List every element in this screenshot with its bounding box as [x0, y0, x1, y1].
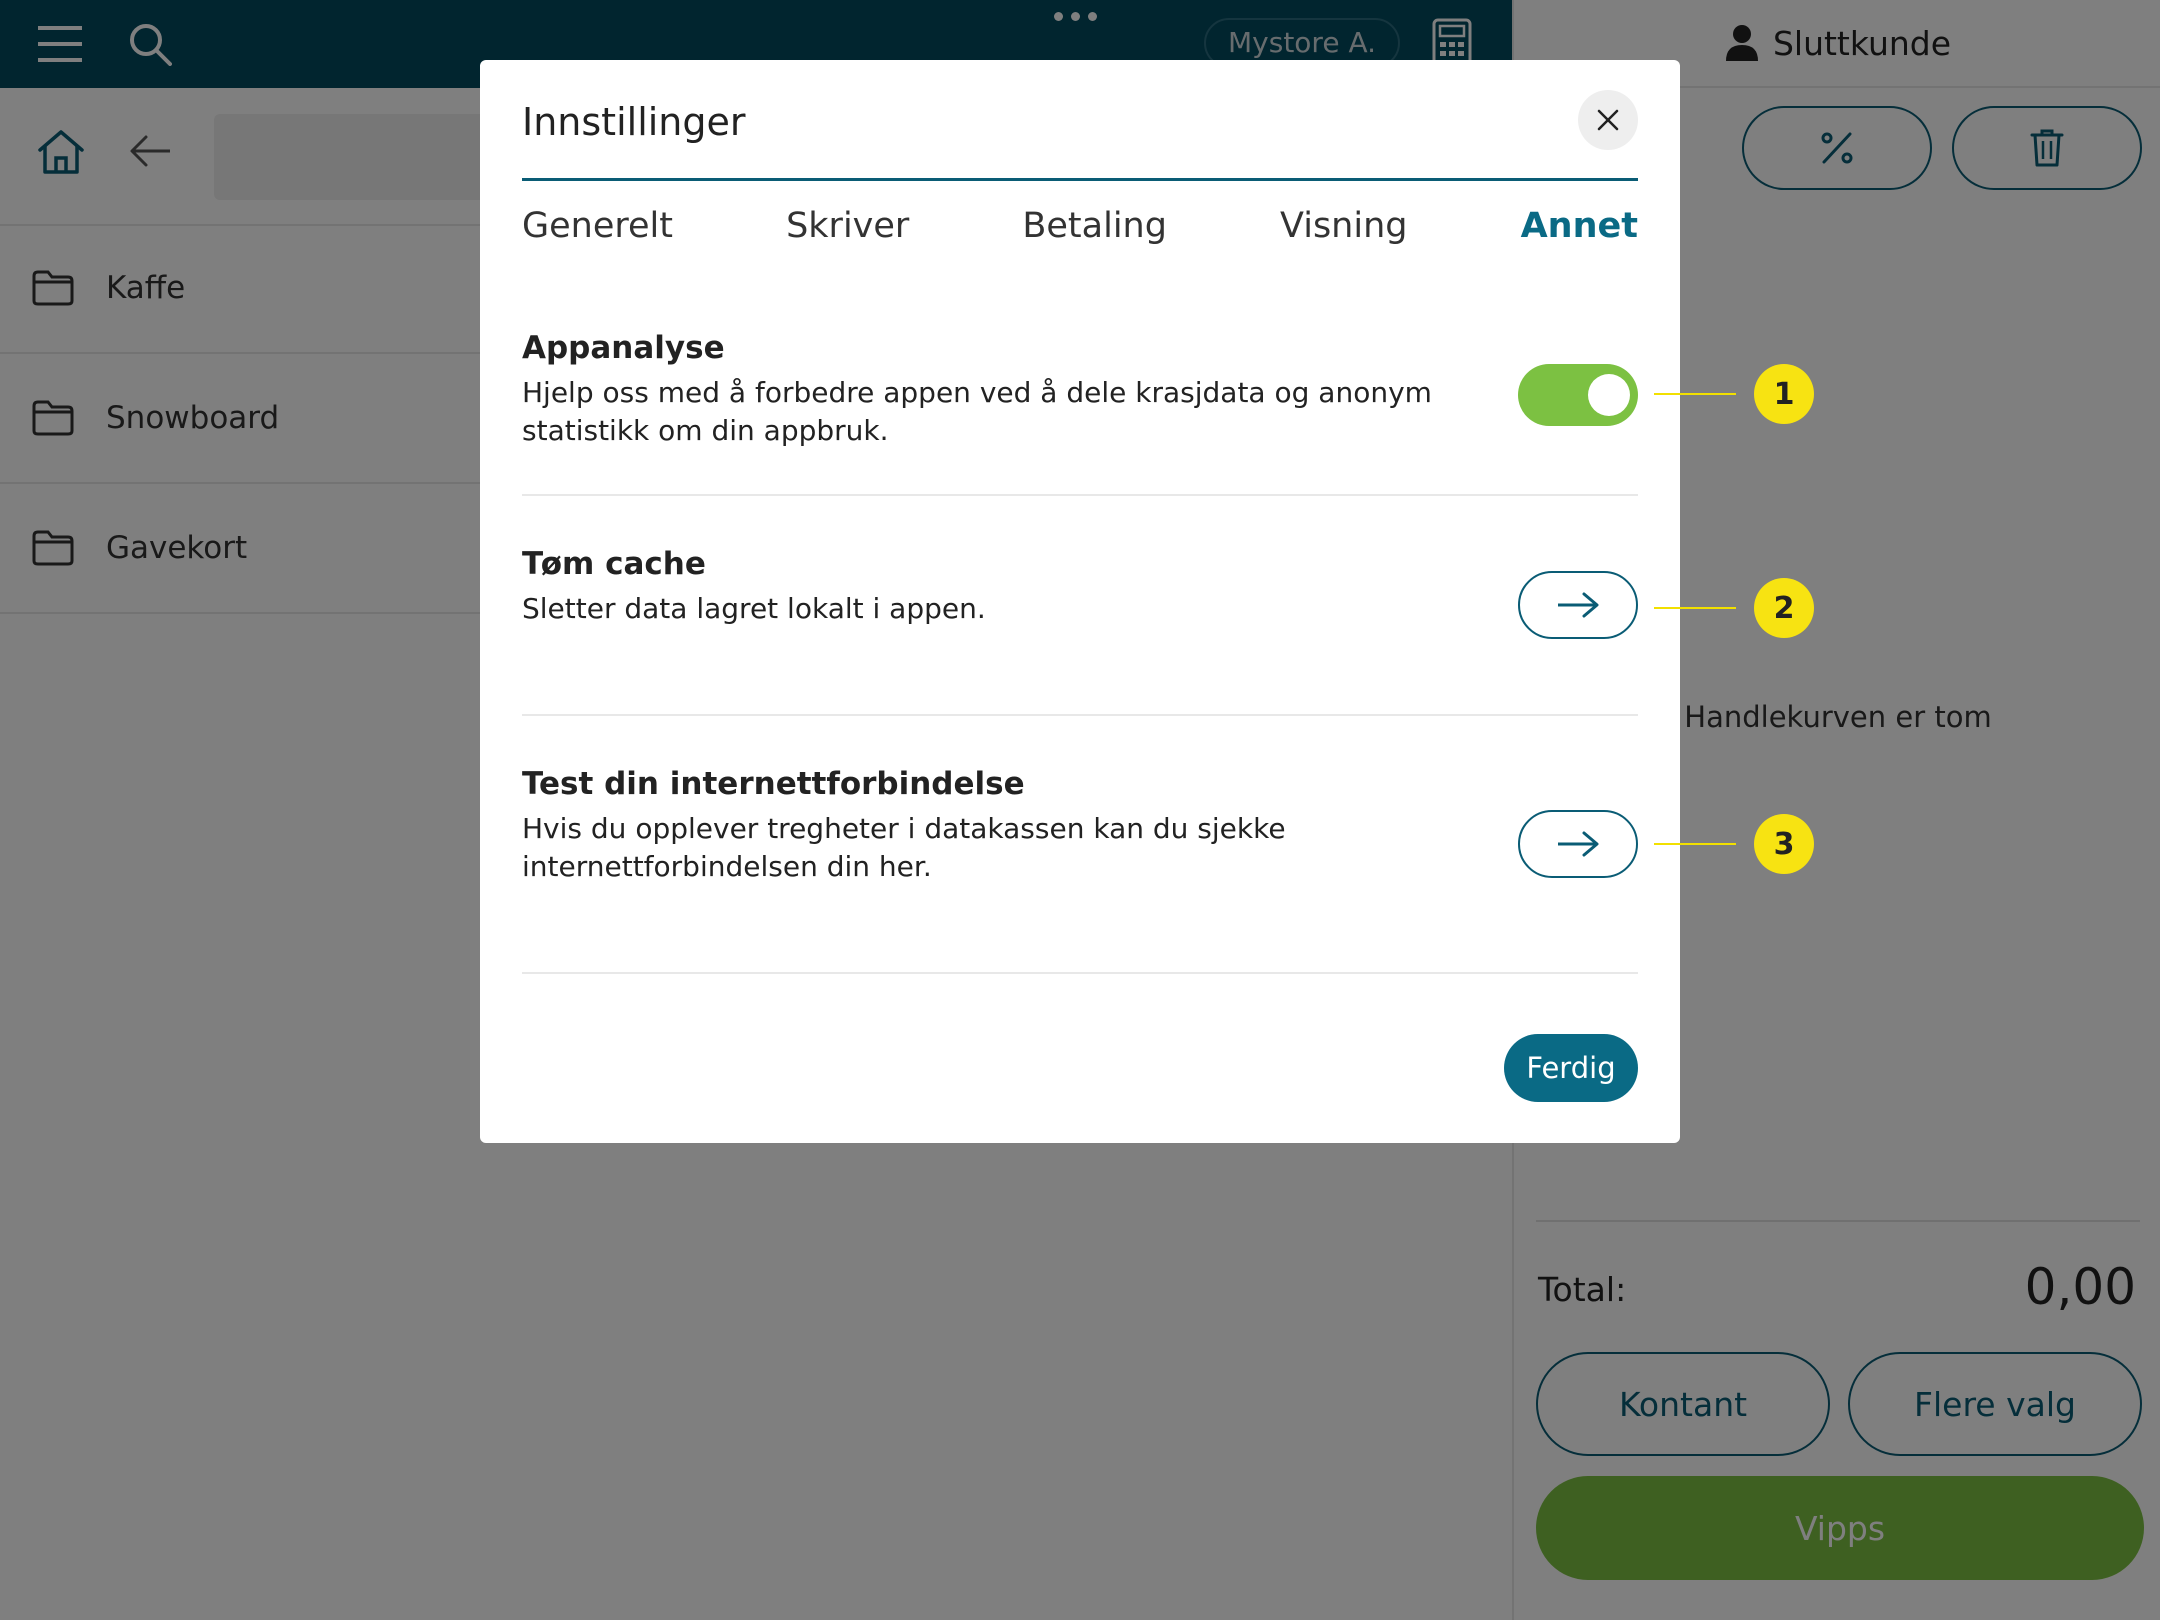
test-internet-button[interactable]	[1518, 810, 1638, 878]
done-button[interactable]: Ferdig	[1504, 1034, 1638, 1102]
arrow-right-icon	[1558, 592, 1599, 618]
callout-line	[1654, 843, 1736, 845]
setting-description: Hjelp oss med å forbedre appen ved å del…	[522, 376, 1432, 447]
dialog-title: Innstillinger	[522, 100, 746, 144]
callout-badge-3: 3	[1754, 814, 1814, 874]
close-button[interactable]	[1578, 90, 1638, 150]
tab-betaling[interactable]: Betaling	[1022, 206, 1167, 246]
arrow-right-icon	[1558, 831, 1599, 857]
close-icon	[1597, 109, 1619, 131]
setting-title: Appanalyse	[522, 330, 725, 366]
setting-test-internet: Test din internettforbindelse Hvis du op…	[522, 766, 1638, 886]
settings-tabs: Generelt Skriver Betaling Visning Annet	[522, 206, 1638, 246]
divider	[522, 494, 1638, 496]
dialog-header-rule	[522, 178, 1638, 181]
app-analytics-toggle[interactable]	[1518, 364, 1638, 426]
setting-clear-cache: Tøm cache Sletter data lagret lokalt i a…	[522, 546, 1638, 628]
callout-line	[1654, 607, 1736, 609]
divider	[522, 972, 1638, 974]
setting-title: Test din internettforbindelse	[522, 766, 1025, 802]
tab-generelt[interactable]: Generelt	[522, 206, 673, 246]
setting-description: Sletter data lagret lokalt i appen.	[522, 592, 986, 625]
tab-annet[interactable]: Annet	[1521, 206, 1638, 246]
setting-app-analytics: Appanalyse Hjelp oss med å forbedre appe…	[522, 330, 1638, 450]
setting-description: Hvis du opplever tregheter i datakassen …	[522, 812, 1286, 883]
setting-title: Tøm cache	[522, 546, 706, 582]
tab-visning[interactable]: Visning	[1280, 206, 1407, 246]
callout-badge-1: 1	[1754, 364, 1814, 424]
callout-badge-2: 2	[1754, 578, 1814, 638]
clear-cache-button[interactable]	[1518, 571, 1638, 639]
callout-line	[1654, 393, 1736, 395]
tab-skriver[interactable]: Skriver	[786, 206, 909, 246]
divider	[522, 714, 1638, 716]
settings-dialog: Innstillinger Generelt Skriver Betaling …	[480, 60, 1680, 1143]
toggle-knob	[1588, 374, 1630, 416]
